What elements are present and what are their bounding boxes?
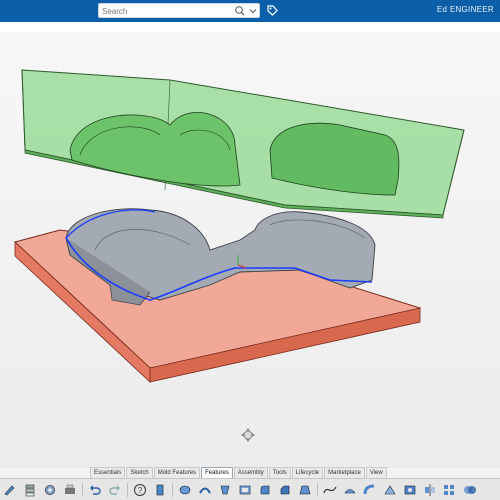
tab-features[interactable]: Features (201, 467, 233, 478)
user-name[interactable]: Ed ENGINEER (437, 5, 494, 14)
tab-assembly[interactable]: Assembly (233, 467, 268, 478)
curve-icon[interactable] (322, 482, 338, 498)
settings-gear-icon[interactable] (42, 482, 58, 498)
sketch-tool-icon[interactable] (2, 482, 18, 498)
chevron-down-icon[interactable] (247, 5, 259, 17)
top-bar: Ed ENGINEER (0, 0, 500, 22)
hole-icon[interactable] (402, 482, 418, 498)
extrude-icon[interactable] (152, 482, 168, 498)
rib-icon[interactable] (382, 482, 398, 498)
layers-icon[interactable] (22, 482, 38, 498)
pipe-icon[interactable] (362, 482, 378, 498)
search-input[interactable] (102, 5, 227, 17)
toolbar-separator (317, 482, 318, 497)
move-compass-icon[interactable] (240, 427, 256, 443)
graphics-viewport[interactable] (0, 32, 500, 468)
header-strip (0, 22, 500, 32)
mold-model[interactable] (0, 32, 500, 468)
fillet-icon[interactable] (257, 482, 273, 498)
sweep-icon[interactable] (197, 482, 213, 498)
print-icon[interactable] (62, 482, 78, 498)
search-icon[interactable] (233, 5, 247, 17)
tab-essentials[interactable]: Essentials (90, 467, 126, 478)
redo-icon[interactable] (107, 482, 123, 498)
toolbar-separator (127, 482, 128, 497)
tab-marketplace[interactable]: Marketplace (324, 467, 365, 478)
tab-lifecycle[interactable]: Lifecycle (291, 467, 324, 478)
revolve-icon[interactable] (177, 482, 193, 498)
boolean-icon[interactable] (462, 482, 478, 498)
upper-mold-block[interactable] (21, 69, 465, 219)
help-icon[interactable]: ? (132, 482, 148, 498)
tag-icon[interactable] (266, 4, 278, 17)
loft-icon[interactable] (217, 482, 233, 498)
search-box[interactable] (98, 3, 260, 18)
tab-mold-features[interactable]: Mold Features (153, 467, 201, 478)
shell-icon[interactable] (237, 482, 253, 498)
undo-icon[interactable] (87, 482, 103, 498)
draft-icon[interactable] (297, 482, 313, 498)
tab-tools[interactable]: Tools (268, 467, 291, 478)
tab-sketch[interactable]: Sketch (126, 467, 153, 478)
toolbar-separator (172, 482, 173, 497)
mirror-icon[interactable] (422, 482, 438, 498)
chamfer-icon[interactable] (277, 482, 293, 498)
toolbar-separator (82, 482, 83, 497)
pattern-icon[interactable] (442, 482, 458, 498)
command-toolbar: ? (0, 478, 500, 500)
surface-icon[interactable] (342, 482, 358, 498)
tab-view[interactable]: View (365, 467, 387, 478)
svg-text:?: ? (138, 486, 143, 495)
command-tabs: Essentials Sketch Mold Features Features… (90, 467, 388, 478)
